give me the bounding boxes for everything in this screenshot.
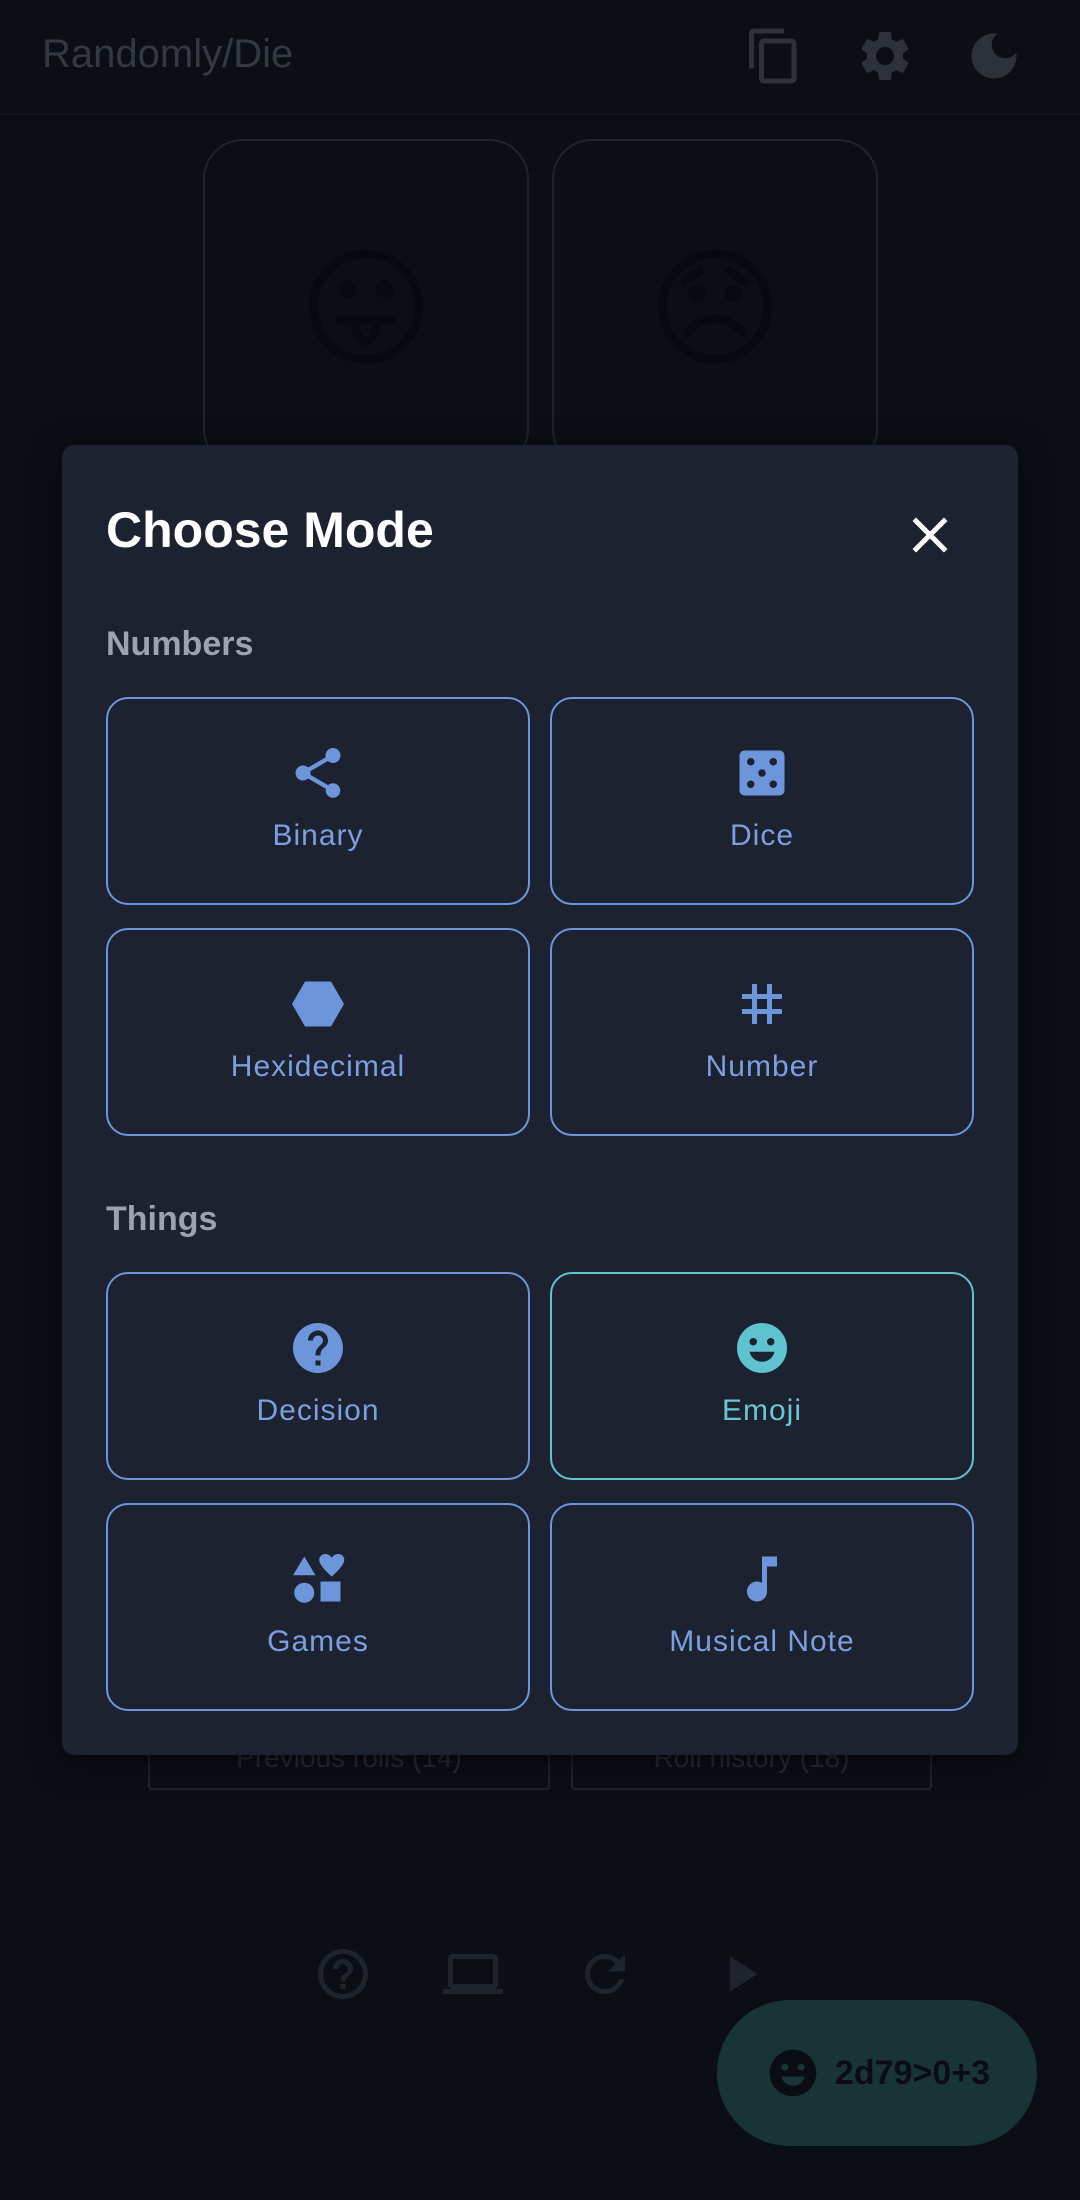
dialog-title: Choose Mode [106, 502, 434, 558]
hash-icon [732, 974, 792, 1034]
section-label-things: Things [106, 1200, 218, 1238]
mode-number-button[interactable]: Number [550, 928, 974, 1136]
mode-label: Hexidecimal [230, 1050, 406, 1083]
mode-emoji-button[interactable]: Emoji [550, 1272, 974, 1480]
music-note-icon [732, 1549, 792, 1609]
choose-mode-dialog: Choose Mode Numbers Binary Dice Hexideci… [62, 445, 1018, 1755]
dice-icon [732, 743, 792, 803]
mode-label: Musical Note [669, 1625, 855, 1658]
mode-label: Games [267, 1625, 369, 1658]
question-icon [288, 1318, 348, 1378]
shapes-icon [288, 1549, 348, 1609]
mode-hexidecimal-button[interactable]: Hexidecimal [106, 928, 530, 1136]
share-icon [288, 743, 348, 803]
mode-binary-button[interactable]: Binary [106, 697, 530, 905]
mode-label: Dice [729, 819, 794, 852]
mode-label: Decision [256, 1394, 380, 1427]
mode-label: Emoji [721, 1394, 802, 1427]
mode-dice-button[interactable]: Dice [550, 697, 974, 905]
mode-decision-button[interactable]: Decision [106, 1272, 530, 1480]
mode-label: Binary [272, 819, 364, 852]
mode-games-button[interactable]: Games [106, 1503, 530, 1711]
close-icon [912, 517, 948, 553]
close-button[interactable] [900, 505, 960, 565]
emoji-icon [732, 1318, 792, 1378]
mode-musical-note-button[interactable]: Musical Note [550, 1503, 974, 1711]
section-label-numbers: Numbers [106, 625, 254, 663]
mode-label: Number [705, 1050, 819, 1083]
hexagon-icon [288, 974, 348, 1034]
